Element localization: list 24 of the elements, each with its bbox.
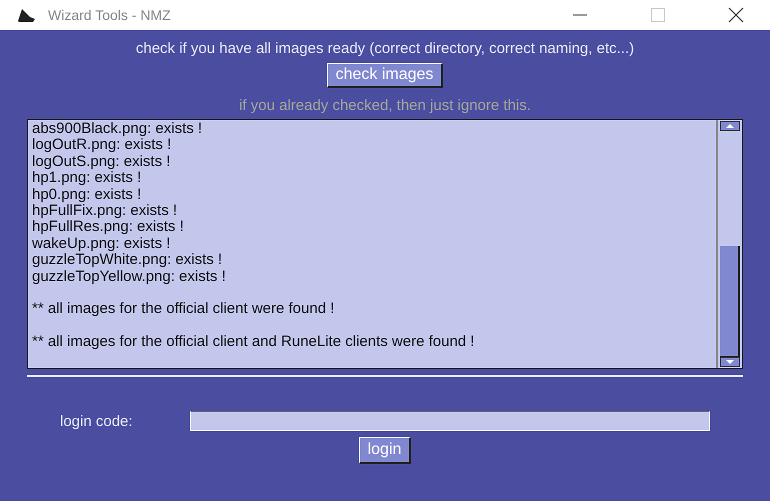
hint-text: if you already checked, then just ignore this. xyxy=(239,97,531,114)
window-title: Wizard Tools - NMZ xyxy=(48,7,172,23)
summary-line: ** all images for the official client were found ! xyxy=(32,301,336,318)
login-code-label: login code: xyxy=(60,412,134,430)
log-line: guzzleTopWhite.png: exists ! xyxy=(32,252,224,269)
log-line: hp1.png: exists ! xyxy=(32,170,142,187)
login-button[interactable]: login xyxy=(358,437,412,464)
log-line: logOutR.png: exists ! xyxy=(32,137,172,154)
log-line: guzzleTopYellow.png: exists ! xyxy=(32,268,227,286)
log-line: wakeUp.png: exists ! xyxy=(32,236,172,252)
log-line: hpFullFix.png: exists ! xyxy=(32,203,178,220)
log-line: hp0.png: exists ! xyxy=(32,186,142,204)
scroll-down-icon[interactable] xyxy=(720,357,740,367)
scroll-up-icon[interactable] xyxy=(720,121,740,131)
instruction-text: check if you have all images ready (correct directory, correct naming, etc...) xyxy=(136,40,634,57)
scrollbar-thumb[interactable] xyxy=(720,246,740,357)
check-images-button[interactable]: check images xyxy=(326,63,444,88)
log-line: hpFullRes.png: exists ! xyxy=(32,219,185,236)
log-line: logOutS.png: exists ! xyxy=(32,154,172,170)
scrollbar[interactable] xyxy=(716,120,742,368)
close-icon[interactable] xyxy=(728,7,744,23)
login-code-field[interactable] xyxy=(190,411,710,431)
log-line: abs900Black.png: exists ! xyxy=(32,121,204,138)
summary-line: ** all images for the official client and RuneLite clients were found ! xyxy=(32,334,476,351)
